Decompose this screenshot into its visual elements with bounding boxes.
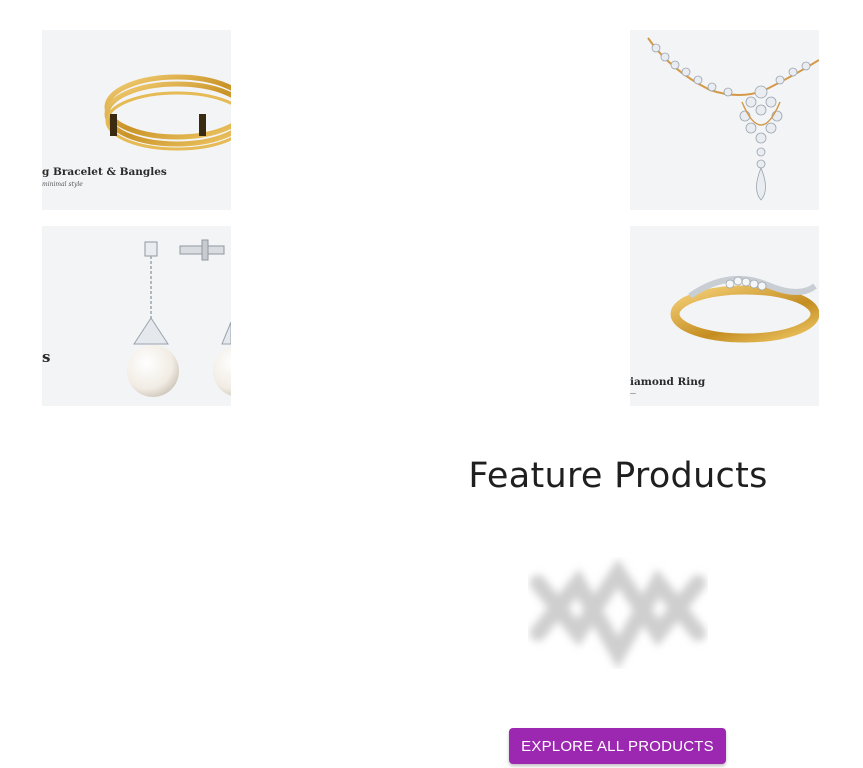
category-tile-rings[interactable]: iamond Ring — xyxy=(630,226,819,406)
category-tile-bracelets[interactable]: g Bracelet & Bangles minimal style xyxy=(42,30,231,210)
earrings-caption: s xyxy=(42,348,51,366)
earrings-image xyxy=(127,239,231,397)
blurred-logo-placeholder-icon xyxy=(528,553,708,671)
ring-subcaption: — xyxy=(630,390,636,397)
necklace-image xyxy=(647,37,819,201)
bracelet-subcaption: minimal style xyxy=(42,181,83,188)
bracelet-caption: g Bracelet & Bangles xyxy=(42,166,167,178)
ring-caption: iamond Ring xyxy=(630,376,706,388)
feature-products-heading: Feature Products xyxy=(468,456,768,496)
category-tile-necklaces[interactable] xyxy=(630,30,819,210)
category-tile-earrings[interactable]: s xyxy=(42,226,231,406)
explore-all-products-button[interactable]: EXPLORE ALL PRODUCTS xyxy=(509,728,726,764)
